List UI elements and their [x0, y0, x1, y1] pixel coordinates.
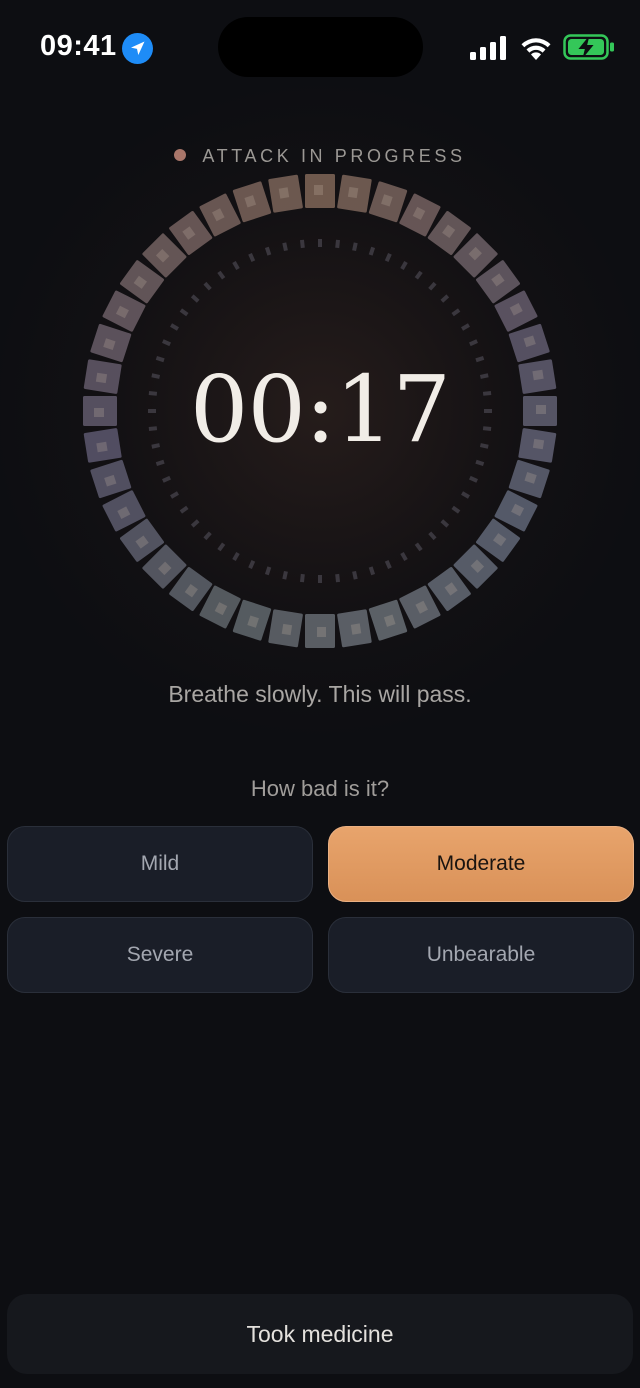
ring-segment [305, 174, 335, 208]
ring-tick [440, 519, 450, 528]
ring-tick [384, 560, 392, 569]
ring-segment [232, 181, 272, 223]
ring-tick [217, 270, 226, 280]
ring-tick [352, 242, 358, 252]
severity-mild-button[interactable]: Mild [7, 826, 313, 902]
ring-tick [170, 491, 179, 499]
ring-tick [335, 239, 341, 249]
ring-tick [248, 253, 256, 262]
ring-tick [190, 519, 200, 528]
cellular-signal-icon [470, 36, 506, 60]
attack-timer: 00:17 [189, 356, 451, 463]
ring-tick [335, 573, 341, 583]
ring-tick [179, 505, 189, 514]
ring-tick [469, 339, 478, 347]
ring-tick [368, 566, 376, 576]
ring-tick [232, 261, 240, 270]
ring-tick [179, 308, 189, 317]
ring-tick [400, 552, 408, 561]
ring-tick [282, 242, 288, 252]
severity-moderate-button[interactable]: Moderate [328, 826, 634, 902]
severity-unbearable-button[interactable]: Unbearable [328, 917, 634, 993]
ring-segment [90, 459, 132, 499]
ring-segment [337, 609, 372, 648]
ring-tick [248, 560, 256, 569]
status-bar: 09:41 [0, 0, 640, 96]
severity-question: How bad is it? [250, 776, 390, 801]
ring-tick [318, 239, 322, 247]
ring-tick [203, 531, 212, 541]
ring-segment [508, 459, 550, 499]
ring-tick [384, 253, 392, 262]
ring-tick [299, 573, 305, 583]
breathe-message: Breathe slowly. This will pass. [168, 681, 472, 707]
attack-status-dot [174, 149, 187, 161]
ring-tick [400, 261, 408, 270]
ring-tick [469, 475, 478, 483]
ring-tick [282, 570, 288, 580]
battery-charging-icon [563, 34, 614, 60]
attack-screen: 09:41 ATTACK IN PROGRESS 00:17 Breathe s… [0, 0, 640, 1388]
ring-tick [475, 459, 485, 467]
ring-tick [440, 294, 450, 303]
ring-tick [155, 459, 165, 467]
ring-tick [451, 308, 461, 317]
location-arrow-icon [122, 33, 153, 64]
ring-tick [414, 270, 423, 280]
ring-tick [461, 491, 470, 499]
ring-tick [264, 246, 272, 256]
ring-tick [203, 281, 212, 291]
ring-tick [170, 323, 179, 331]
severity-severe-button[interactable]: Severe [7, 917, 313, 993]
wifi-icon [521, 38, 551, 60]
ring-tick [318, 575, 322, 583]
ring-tick [451, 505, 461, 514]
ring-segment [90, 323, 132, 363]
ring-tick [232, 552, 240, 561]
ring-segment [368, 181, 408, 223]
ring-tick [299, 239, 305, 249]
took-medicine-button[interactable]: Took medicine [7, 1294, 633, 1374]
ring-segment [268, 609, 303, 648]
ring-segment [508, 323, 550, 363]
ring-segment [305, 614, 335, 648]
status-time: 09:41 [40, 30, 117, 62]
ring-segment [368, 599, 408, 641]
ring-tick [352, 570, 358, 580]
dynamic-island [218, 17, 423, 77]
ring-tick [162, 339, 171, 347]
ring-segment [268, 174, 303, 213]
ring-tick [428, 531, 437, 541]
ring-tick [190, 294, 200, 303]
ring-segment [337, 174, 372, 213]
ring-tick [428, 281, 437, 291]
ring-segment [232, 599, 272, 641]
ring-tick [264, 566, 272, 576]
ring-tick [414, 542, 423, 552]
ring-tick [162, 475, 171, 483]
ring-tick [217, 542, 226, 552]
ring-tick [368, 246, 376, 256]
ring-tick [461, 323, 470, 331]
